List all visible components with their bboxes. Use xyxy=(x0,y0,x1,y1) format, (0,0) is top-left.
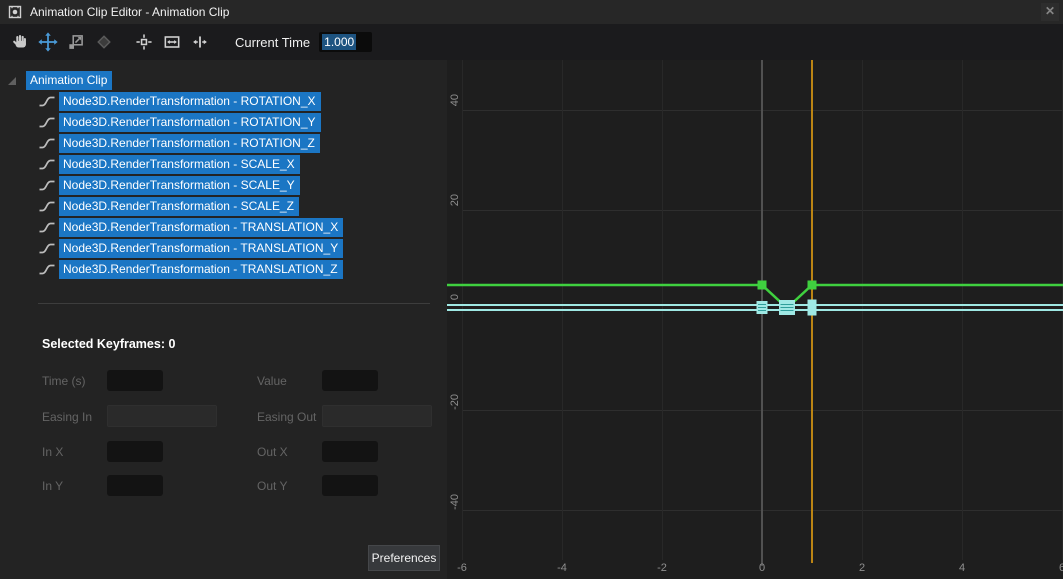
easing-out-input[interactable] xyxy=(322,405,432,427)
window-title: Animation Clip Editor - Animation Clip xyxy=(30,5,229,19)
tree-root-row[interactable]: Animation Clip xyxy=(0,70,447,91)
animation-curve-tree: Animation Clip Node3D.RenderTransformatio… xyxy=(0,70,447,280)
fit-width-icon xyxy=(162,32,182,52)
preferences-button[interactable]: Preferences xyxy=(368,545,440,571)
expander-icon[interactable] xyxy=(8,77,16,85)
add-keyframe-tool-button[interactable] xyxy=(91,29,117,55)
selected-keyframes-count: 0 xyxy=(168,337,175,351)
keyframe-marker[interactable] xyxy=(758,281,767,290)
tree-item-label[interactable]: Node3D.RenderTransformation - TRANSLATIO… xyxy=(59,260,343,279)
titlebar: Animation Clip Editor - Animation Clip ✕ xyxy=(0,0,1063,24)
move-tool-button[interactable] xyxy=(35,29,61,55)
out-y-input[interactable] xyxy=(322,475,378,496)
keyframe-diamond-icon xyxy=(94,32,114,52)
tree-item-label[interactable]: Node3D.RenderTransformation - ROTATION_X xyxy=(59,92,321,111)
out-x-input[interactable] xyxy=(322,441,378,462)
easing-in-label: Easing In xyxy=(42,410,92,424)
current-time-value: 1.000 xyxy=(322,34,356,50)
tree-item-row[interactable]: Node3D.RenderTransformation - TRANSLATIO… xyxy=(0,259,447,280)
toolbar: Current Time 1.000 xyxy=(0,24,1063,60)
focus-keyframe-tool-button[interactable] xyxy=(131,29,157,55)
tree-item-row[interactable]: Node3D.RenderTransformation - ROTATION_Y xyxy=(0,112,447,133)
tree-item-row[interactable]: Node3D.RenderTransformation - SCALE_Y xyxy=(0,175,447,196)
in-y-label: In Y xyxy=(42,479,63,493)
curve-icon xyxy=(38,94,56,109)
current-time-input[interactable]: 1.000 xyxy=(319,32,372,52)
animation-clip-editor-window: Animation Clip Editor - Animation Clip ✕ xyxy=(0,0,1063,579)
curve-icon xyxy=(38,220,56,235)
value-label: Value xyxy=(257,374,287,388)
tree-item-label[interactable]: Node3D.RenderTransformation - ROTATION_Z xyxy=(59,134,320,153)
curve-icon xyxy=(38,199,56,214)
in-x-input[interactable] xyxy=(107,441,163,462)
expand-horizontal-icon xyxy=(190,32,210,52)
scale-tool-button[interactable] xyxy=(63,29,89,55)
graph-area[interactable]: 40200-20-40-6-4-20246 xyxy=(447,60,1063,579)
selected-keyframes-text: Selected Keyframes: 0 xyxy=(42,337,175,351)
value-input[interactable] xyxy=(322,370,378,391)
selected-keyframes-label: Selected Keyframes: xyxy=(42,337,165,351)
clip-icon xyxy=(7,4,23,20)
time-label: Time (s) xyxy=(42,374,86,388)
expand-horizontal-tool-button[interactable] xyxy=(187,29,213,55)
crosshair-icon xyxy=(134,32,154,52)
time-input[interactable] xyxy=(107,370,163,391)
left-panel: Animation Clip Node3D.RenderTransformatio… xyxy=(0,60,447,579)
keyframe-marker[interactable] xyxy=(808,300,817,316)
curve-icon xyxy=(38,241,56,256)
move-arrows-icon xyxy=(38,32,58,52)
in-y-input[interactable] xyxy=(107,475,163,496)
curve-icon xyxy=(38,157,56,172)
curves-svg xyxy=(447,60,1063,579)
curve-icon xyxy=(38,136,56,151)
tree-item-row[interactable]: Node3D.RenderTransformation - TRANSLATIO… xyxy=(0,238,447,259)
tree-item-label[interactable]: Node3D.RenderTransformation - ROTATION_Y xyxy=(59,113,321,132)
tree-item-label[interactable]: Node3D.RenderTransformation - TRANSLATIO… xyxy=(59,218,343,237)
out-x-label: Out X xyxy=(257,445,288,459)
tree-item-label[interactable]: Node3D.RenderTransformation - SCALE_Z xyxy=(59,197,299,216)
out-y-label: Out Y xyxy=(257,479,287,493)
current-time-label: Current Time xyxy=(235,35,310,50)
tree-item-label[interactable]: Node3D.RenderTransformation - TRANSLATIO… xyxy=(59,239,343,258)
tree-item-row[interactable]: Node3D.RenderTransformation - SCALE_Z xyxy=(0,196,447,217)
tree-item-label[interactable]: Node3D.RenderTransformation - SCALE_X xyxy=(59,155,300,174)
scale-icon xyxy=(66,32,86,52)
tree-item-row[interactable]: Node3D.RenderTransformation - ROTATION_X xyxy=(0,91,447,112)
tree-item-label[interactable]: Node3D.RenderTransformation - SCALE_Y xyxy=(59,176,300,195)
close-button[interactable]: ✕ xyxy=(1041,3,1059,21)
pan-tool-button[interactable] xyxy=(7,29,33,55)
easing-in-input[interactable] xyxy=(107,405,217,427)
fit-width-tool-button[interactable] xyxy=(159,29,185,55)
panel-divider xyxy=(38,303,430,304)
keyframe-marker[interactable] xyxy=(808,281,817,290)
tree-item-row[interactable]: Node3D.RenderTransformation - ROTATION_Z xyxy=(0,133,447,154)
easing-out-label: Easing Out xyxy=(257,410,316,424)
tree-item-row[interactable]: Node3D.RenderTransformation - SCALE_X xyxy=(0,154,447,175)
hand-icon xyxy=(10,32,30,52)
in-x-label: In X xyxy=(42,445,63,459)
curve-icon xyxy=(38,115,56,130)
tree-item-row[interactable]: Node3D.RenderTransformation - TRANSLATIO… xyxy=(0,217,447,238)
curve-icon xyxy=(38,178,56,193)
curve-icon xyxy=(38,262,56,277)
tree-root-label[interactable]: Animation Clip xyxy=(26,71,112,90)
